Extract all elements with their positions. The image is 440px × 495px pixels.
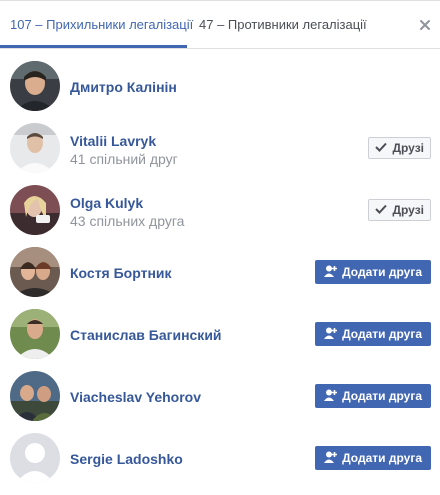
avatar[interactable] xyxy=(10,61,60,111)
list-item: Olga Kulyk 43 спільних друга Друзі xyxy=(0,185,440,247)
list-item: Костя Бортник Додати друга xyxy=(0,247,440,309)
list-item: Sergie Ladoshko Додати друга xyxy=(0,433,440,495)
mutual-friends: 41 спільний друг xyxy=(70,151,178,167)
list-item: Дмитро Калінін xyxy=(0,61,440,123)
add-friend-button[interactable]: Додати друга xyxy=(315,260,431,284)
avatar[interactable] xyxy=(10,433,60,483)
person-name[interactable]: Olga Kulyk xyxy=(70,195,143,211)
add-friend-button[interactable]: Додати друга xyxy=(315,384,431,408)
add-friend-icon xyxy=(324,265,338,280)
avatar[interactable] xyxy=(10,185,60,235)
add-friend-icon xyxy=(324,451,338,466)
person-name[interactable]: Sergie Ladoshko xyxy=(70,451,183,467)
add-friend-label: Додати друга xyxy=(342,451,422,465)
add-friend-icon xyxy=(324,389,338,404)
add-friend-label: Додати друга xyxy=(342,389,422,403)
avatar[interactable] xyxy=(10,371,60,421)
mutual-friends: 43 спільних друга xyxy=(70,213,185,229)
tab-opponents[interactable]: 47 – Противники легалізації xyxy=(199,17,367,33)
add-friend-button[interactable]: Додати друга xyxy=(315,446,431,470)
friends-button[interactable]: Друзі xyxy=(368,137,431,159)
person-name[interactable]: Viacheslav Yehorov xyxy=(70,389,201,405)
person-name[interactable]: Костя Бортник xyxy=(70,265,172,281)
avatar[interactable] xyxy=(10,247,60,297)
add-friend-button[interactable]: Додати друга xyxy=(315,322,431,346)
add-friend-label: Додати друга xyxy=(342,265,422,279)
tab-supporters[interactable]: 107 – Прихильники легалізації xyxy=(10,17,193,33)
active-tab-indicator xyxy=(0,45,187,48)
checkmark-icon xyxy=(375,203,388,217)
add-friend-label: Додати друга xyxy=(342,327,422,341)
person-name[interactable]: Станислав Багинский xyxy=(70,327,222,343)
list-item: Станислав Багинский Додати друга xyxy=(0,309,440,371)
add-friend-icon xyxy=(324,327,338,342)
list-item: Viacheslav Yehorov Додати друга xyxy=(0,371,440,433)
person-name[interactable]: Vitalii Lavryk xyxy=(70,133,156,149)
friends-button[interactable]: Друзі xyxy=(368,199,431,221)
friends-label: Друзі xyxy=(392,141,424,155)
avatar[interactable] xyxy=(10,309,60,359)
avatar[interactable] xyxy=(10,123,60,173)
friends-label: Друзі xyxy=(392,203,424,217)
list-item: Vitalii Lavryk 41 спільний друг Друзі xyxy=(0,123,440,185)
person-name[interactable]: Дмитро Калінін xyxy=(70,79,177,95)
close-icon[interactable] xyxy=(415,15,435,35)
checkmark-icon xyxy=(375,141,388,155)
tab-bar: 107 – Прихильники легалізації 47 – Проти… xyxy=(0,1,440,49)
